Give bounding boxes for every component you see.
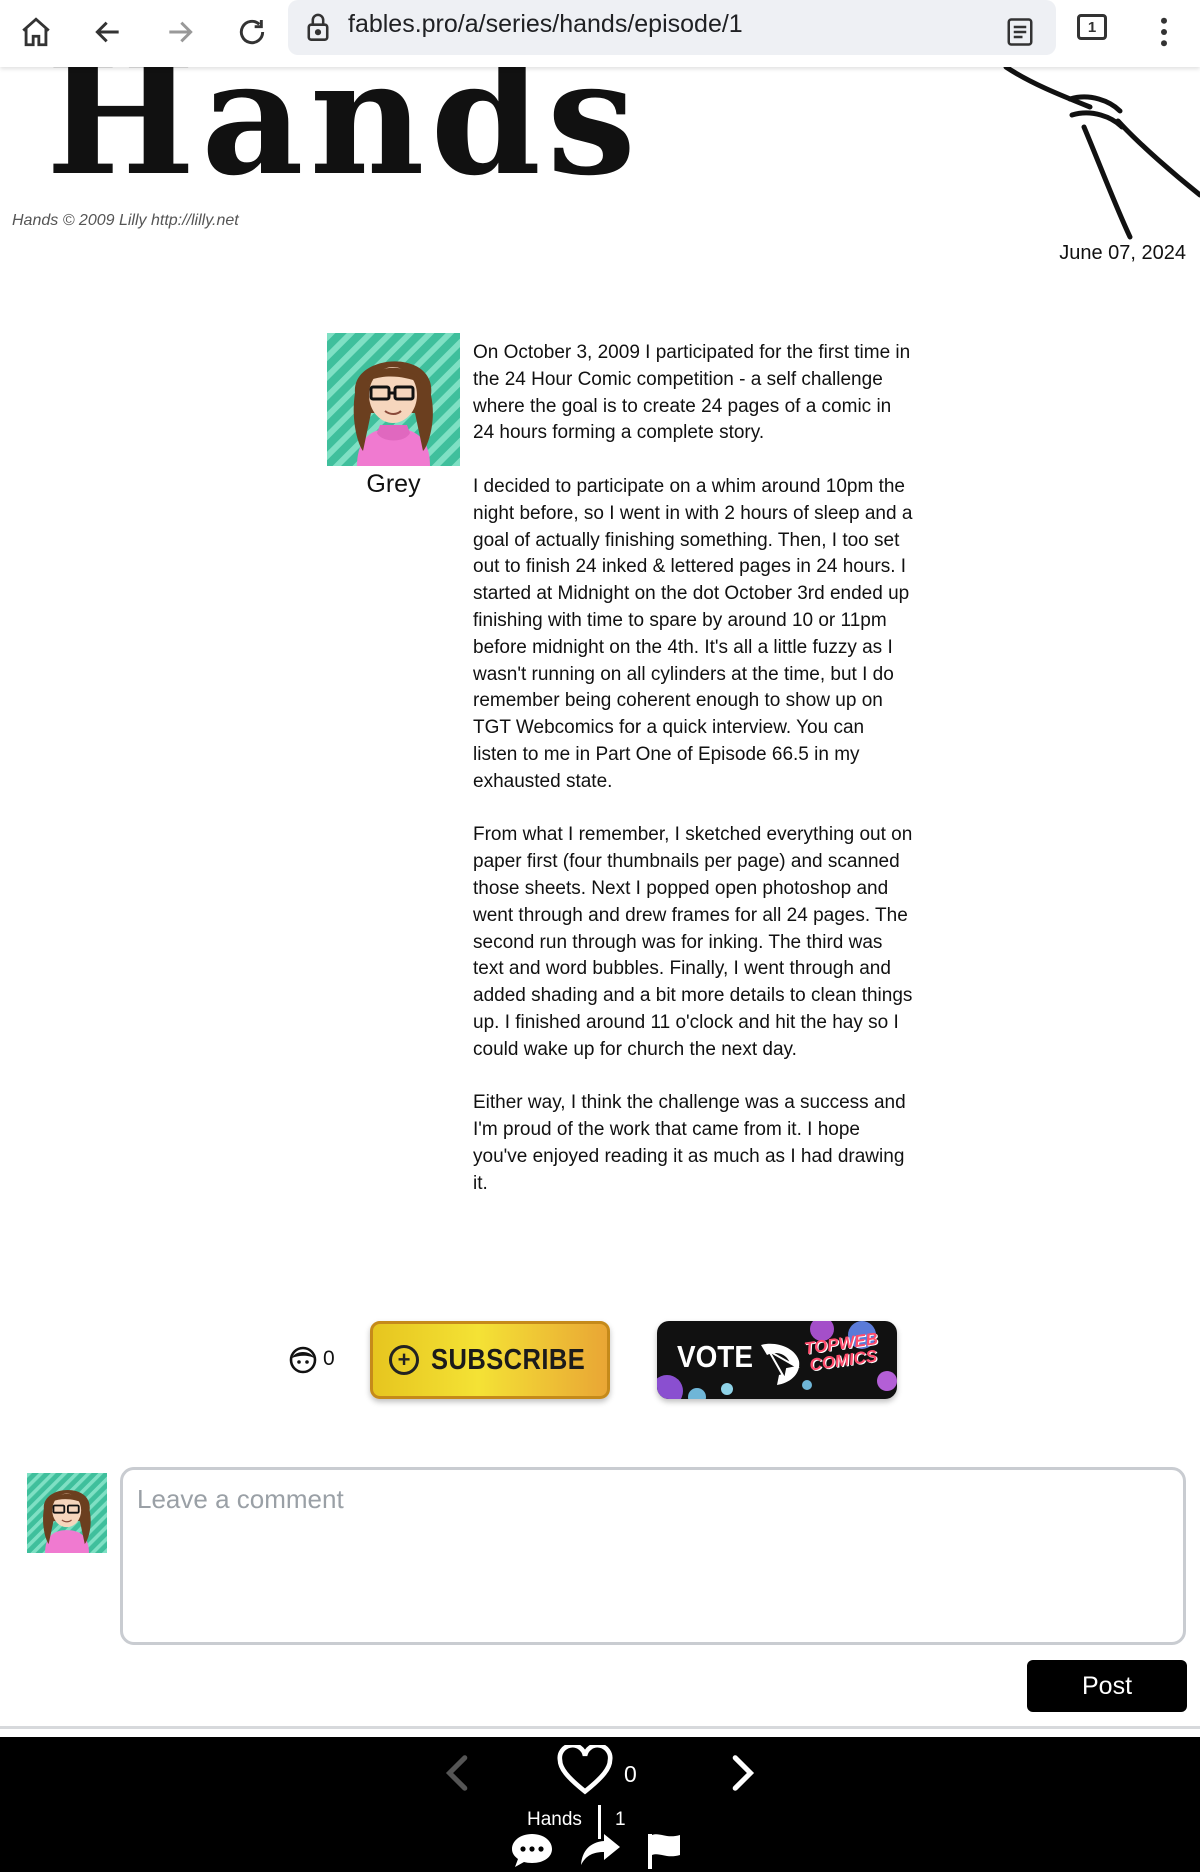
- subscribe-button[interactable]: + SUBSCRIBE: [370, 1321, 610, 1399]
- previous-episode-icon[interactable]: [440, 1751, 476, 1800]
- comment-bubble-icon[interactable]: [510, 1831, 554, 1872]
- vote-topwebcomics-button[interactable]: VOTE TOPWEB COMICS: [657, 1321, 897, 1399]
- post-date: June 07, 2024: [1059, 242, 1186, 264]
- copyright-notice: Hands © 2009 Lilly http://lilly.net: [12, 212, 239, 229]
- post-paragraph: I decided to participate on a whim aroun…: [473, 475, 913, 792]
- next-episode-icon[interactable]: [724, 1751, 760, 1800]
- reader-count: 0: [323, 1347, 335, 1370]
- brush-sketch-illustration: [990, 55, 1200, 250]
- divider: [0, 1726, 1200, 1729]
- comment-input[interactable]: [120, 1467, 1186, 1645]
- author-notes: On October 3, 2009 I participated for th…: [473, 340, 913, 1224]
- post-paragraph: On October 3, 2009 I participated for th…: [473, 342, 911, 444]
- browser-toolbar: fables.pro/a/series/hands/episode/1 1: [0, 0, 1200, 67]
- forward-icon[interactable]: [155, 7, 205, 57]
- reader-face-icon: [289, 1346, 317, 1379]
- like-count: 0: [624, 1761, 637, 1787]
- vote-label: VOTE: [677, 1339, 753, 1374]
- like-heart-icon[interactable]: [556, 1742, 614, 1800]
- current-user-avatar: [27, 1473, 107, 1553]
- reload-icon[interactable]: [227, 7, 277, 57]
- url-text: fables.pro/a/series/hands/episode/1: [348, 10, 743, 38]
- overflow-menu-icon[interactable]: [1139, 7, 1189, 57]
- report-flag-icon[interactable]: [644, 1831, 684, 1872]
- post-paragraph: Either way, I think the challenge was a …: [473, 1092, 906, 1194]
- subscribe-label: SUBSCRIBE: [431, 1343, 586, 1376]
- back-icon[interactable]: [83, 7, 133, 57]
- share-arrow-icon[interactable]: [578, 1831, 622, 1872]
- episode-number: 1: [615, 1809, 626, 1830]
- author-avatar[interactable]: [327, 333, 460, 466]
- lock-icon: [306, 12, 330, 47]
- post-paragraph: From what I remember, I sketched everyth…: [473, 824, 913, 1060]
- tab-switcher-button[interactable]: 1: [1077, 14, 1107, 40]
- plus-circle-icon: +: [389, 1345, 419, 1375]
- home-icon[interactable]: [11, 7, 61, 57]
- episode-nav-bar: 0 Hands 1: [0, 1737, 1200, 1872]
- series-name[interactable]: Hands: [527, 1809, 582, 1831]
- address-bar[interactable]: fables.pro/a/series/hands/episode/1: [288, 0, 1056, 55]
- cursor-arrow-icon: [755, 1339, 805, 1394]
- author-name[interactable]: Grey: [327, 470, 460, 499]
- reader-mode-icon[interactable]: [995, 7, 1045, 57]
- post-comment-button[interactable]: Post: [1027, 1660, 1187, 1712]
